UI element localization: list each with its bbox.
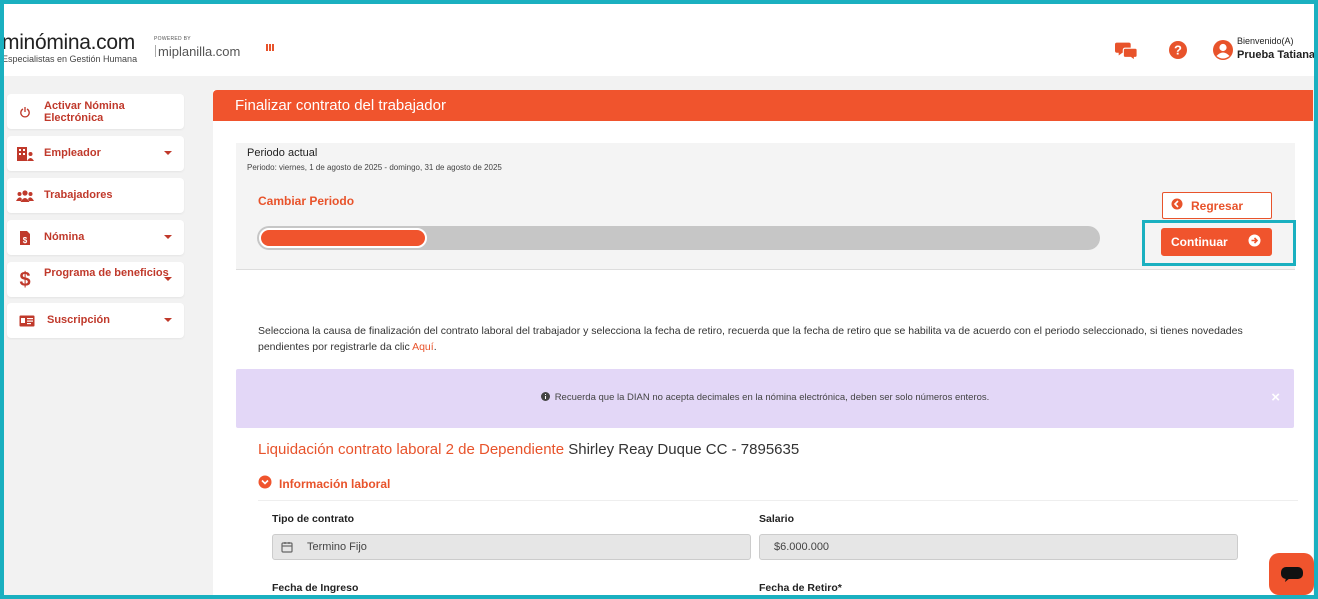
liquidation-heading: Liquidación contrato laboral 2 de Depend… <box>258 441 565 458</box>
powered-by-label: POWERED BY <box>154 36 191 42</box>
aqui-link[interactable]: Aquí <box>412 341 434 353</box>
sidebar-item-nomina[interactable]: $ Nómina <box>7 220 184 255</box>
sidebar-item-programa-beneficios[interactable]: $ Programa de beneficios <box>7 262 184 297</box>
svg-text:?: ? <box>1174 43 1182 58</box>
continue-button[interactable]: Continuar <box>1161 228 1272 256</box>
salary-value: $6.000.000 <box>774 541 830 553</box>
chevron-down-icon <box>164 277 172 281</box>
sidebar-item-label: Nómina <box>44 231 85 243</box>
sidebar-item-label: Activar Nómina Electrónica <box>44 100 125 124</box>
sidebar-item-trabajadores[interactable]: Trabajadores <box>7 178 184 213</box>
page-title: Finalizar contrato del trabajador <box>213 90 1313 121</box>
building-icon <box>16 145 34 163</box>
svg-text:$: $ <box>23 236 28 245</box>
progress-bar-fill <box>259 228 427 248</box>
info-circle-icon <box>540 392 550 404</box>
worker-info: Shirley Reay Duque CC - 7895635 <box>568 441 800 458</box>
salary-label: Salario <box>759 513 795 525</box>
brand-logo[interactable]: minómina.com Especialistas en Gestión Hu… <box>2 31 138 65</box>
sidebar-item-label: Empleador <box>44 147 101 159</box>
liquidation-title: Liquidación contrato laboral 2 de Depend… <box>258 441 799 458</box>
top-header: minómina.com Especialistas en Gestión Hu… <box>0 0 1318 76</box>
welcome-label: Bienvenido(A) <box>1237 36 1294 46</box>
sidebar-item-label: Suscripción <box>47 314 110 326</box>
sidebar-item-label: Trabajadores <box>44 189 113 201</box>
section-title: Información laboral <box>279 476 391 491</box>
chat-icon[interactable] <box>1115 39 1139 61</box>
sidebar-item-label: Programa de beneficios <box>44 267 169 279</box>
continue-button-label: Continuar <box>1171 235 1228 249</box>
invoice-icon: $ <box>16 229 34 247</box>
arrow-right-circle-icon <box>1248 234 1261 250</box>
sidebar-item-activar-nomina[interactable]: Activar Nómina Electrónica <box>7 94 184 129</box>
chat-widget-button[interactable] <box>1269 553 1314 595</box>
end-date-label: Fecha de Retiro* <box>759 582 842 594</box>
period-range: Periodo: viernes, 1 de agosto de 2025 - … <box>247 163 502 172</box>
sidebar-item-suscripcion[interactable]: Suscripción <box>7 303 184 338</box>
menu-toggle-icon[interactable] <box>266 44 274 52</box>
calendar-icon <box>281 541 293 553</box>
contract-type-field[interactable]: Termino Fijo <box>272 534 751 560</box>
id-card-icon <box>18 312 36 330</box>
alert-text: Recuerda que la DIAN no acepta decimales… <box>554 392 990 403</box>
logo-text: minómina.com <box>2 31 135 54</box>
section-divider <box>258 500 1298 501</box>
svg-text:$: $ <box>19 269 30 289</box>
close-icon[interactable]: × <box>1271 389 1280 406</box>
contract-type-label: Tipo de contrato <box>272 513 355 525</box>
instructions-text: Selecciona la causa de finalización del … <box>258 323 1288 355</box>
change-period-link[interactable]: Cambiar Periodo <box>258 194 354 208</box>
power-icon <box>16 103 34 121</box>
progress-bar <box>257 226 1100 250</box>
instructions-end: . <box>433 341 437 353</box>
section-informacion-laboral[interactable]: Información laboral <box>258 475 390 492</box>
dollar-icon: $ <box>16 269 34 289</box>
help-icon[interactable]: ? <box>1166 39 1190 61</box>
salary-field[interactable]: $6.000.000 <box>759 534 1238 560</box>
chevron-down-icon <box>164 235 172 239</box>
partner-logo: miplanilla.com <box>155 44 240 59</box>
logo-tagline: Especialistas en Gestión Humana <box>2 54 138 64</box>
period-panel: Periodo actual Periodo: viernes, 1 de ag… <box>236 143 1295 270</box>
back-button-label: Regresar <box>1191 198 1244 213</box>
back-button[interactable]: Regresar <box>1162 192 1272 219</box>
chevron-down-circle-icon <box>258 475 272 492</box>
alert-message: Recuerda que la DIAN no acepta decimales… <box>236 392 1294 404</box>
contract-type-value: Termino Fijo <box>307 541 367 553</box>
period-title: Periodo actual <box>247 147 318 159</box>
chevron-down-icon <box>164 151 172 155</box>
arrow-left-circle-icon <box>1171 198 1183 213</box>
chevron-down-icon <box>164 318 172 322</box>
users-icon <box>16 187 34 205</box>
user-avatar-icon[interactable] <box>1211 39 1235 61</box>
start-date-label: Fecha de Ingreso <box>272 582 359 594</box>
instructions-body: Selecciona la causa de finalización del … <box>258 325 1243 353</box>
user-name[interactable]: Prueba Tatiana <box>1237 49 1315 61</box>
info-alert: Recuerda que la DIAN no acepta decimales… <box>236 369 1294 428</box>
sidebar-item-empleador[interactable]: Empleador <box>7 136 184 171</box>
chat-bubble-icon <box>1280 565 1304 583</box>
